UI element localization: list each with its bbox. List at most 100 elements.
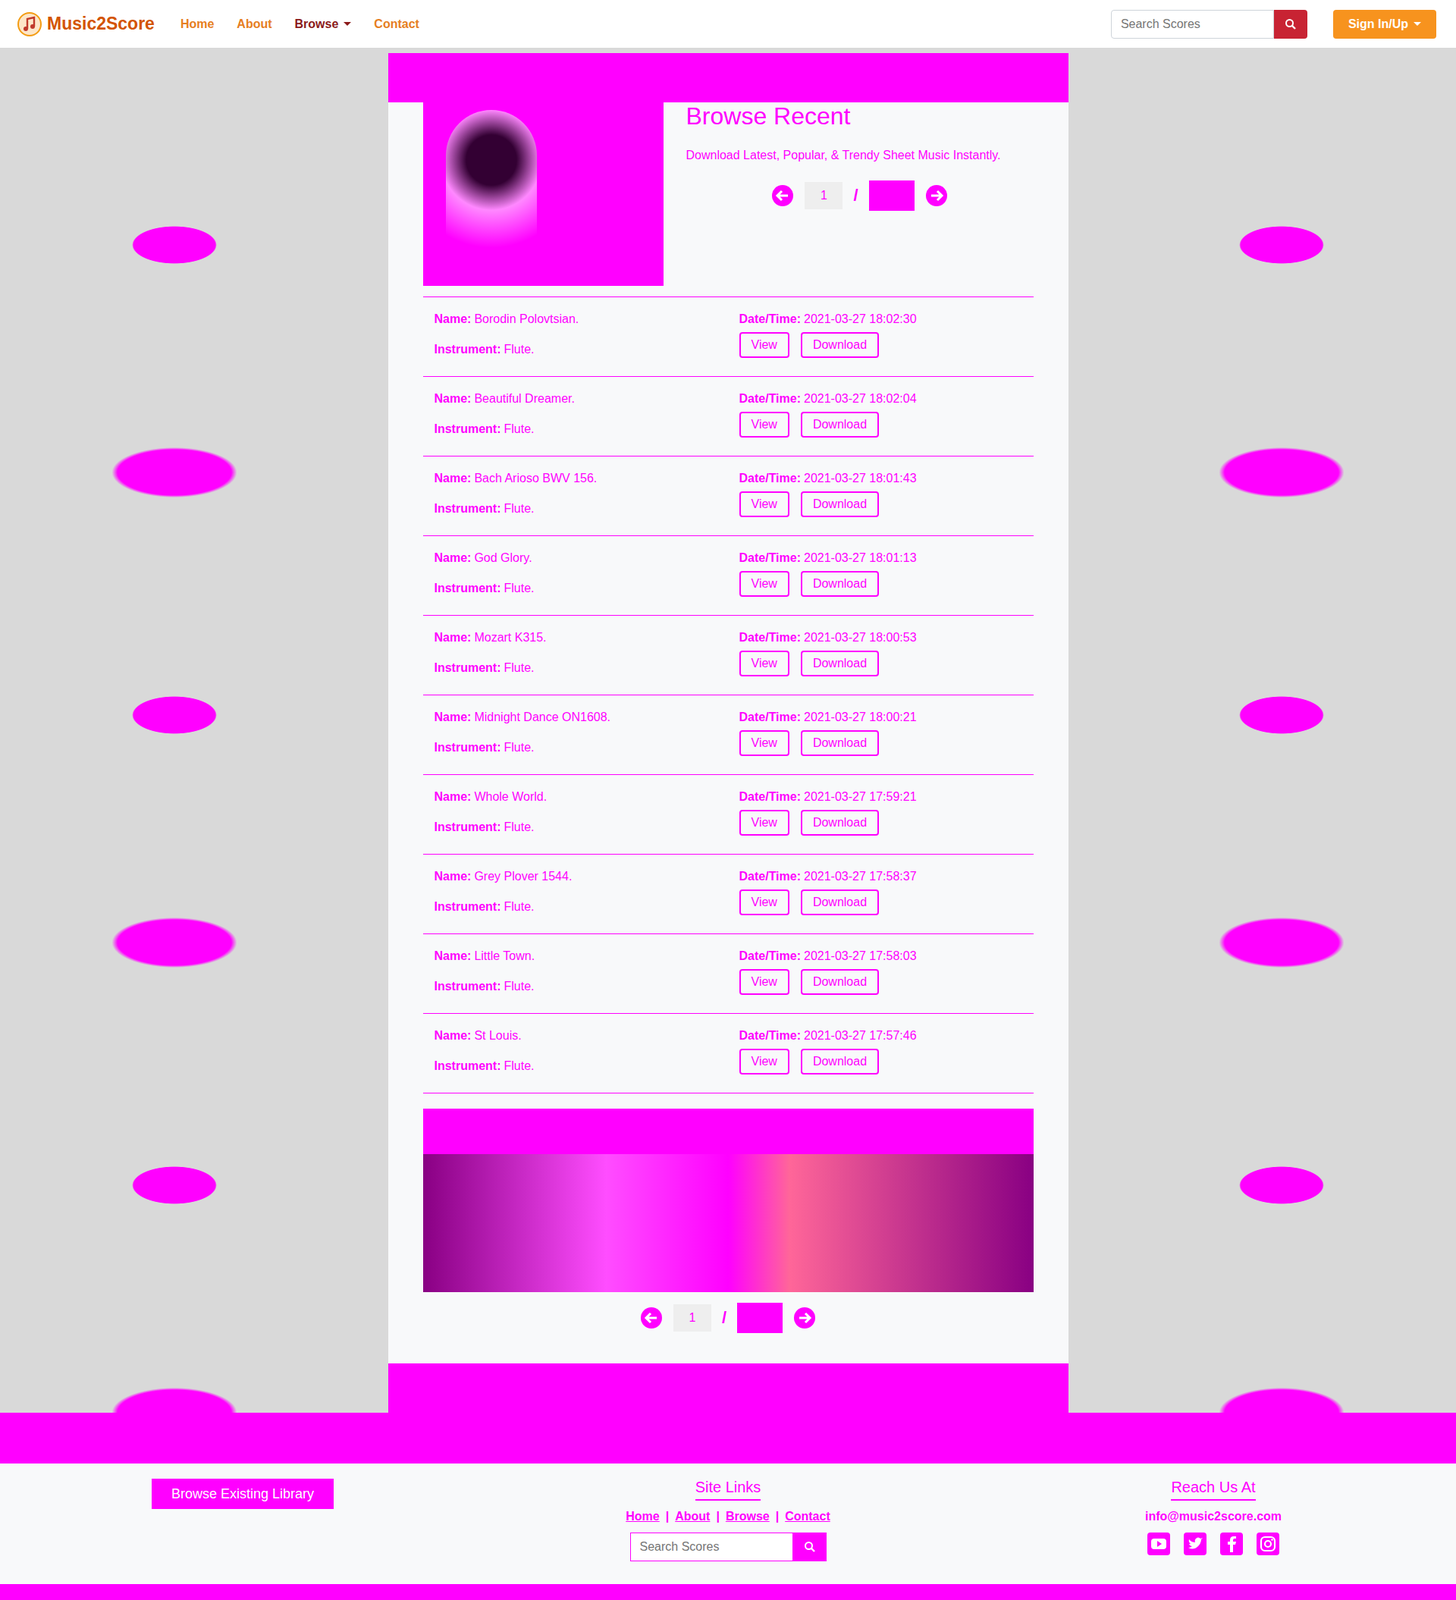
score-instrument: Instrument:Flute. bbox=[434, 341, 740, 358]
download-button[interactable]: Download bbox=[800, 411, 879, 438]
score-instrument: Instrument:Flute. bbox=[434, 898, 740, 916]
page-current[interactable]: 1 bbox=[804, 182, 843, 210]
download-button[interactable]: Download bbox=[800, 809, 879, 836]
hero-photo bbox=[423, 102, 664, 286]
caret-icon bbox=[1413, 21, 1422, 26]
nav-links: Home About Browse Contact bbox=[180, 17, 420, 32]
score-datetime: Date/Time:2021-03-27 17:59:21 bbox=[739, 788, 1023, 806]
contact-title: Reach Us At bbox=[1170, 1478, 1256, 1501]
card-header bbox=[388, 53, 1069, 103]
score-row: Name:Beautiful Dreamer.Instrument:Flute.… bbox=[423, 376, 1034, 457]
score-instrument: Instrument:Flute. bbox=[434, 500, 740, 518]
download-button[interactable]: Download bbox=[800, 491, 879, 518]
view-button[interactable]: View bbox=[739, 411, 790, 438]
view-button[interactable]: View bbox=[739, 1048, 790, 1075]
brand-name: Music2Score bbox=[47, 13, 155, 35]
footer-link[interactable]: Browse bbox=[725, 1509, 770, 1524]
score-row: Name:St Louis.Instrument:Flute.Date/Time… bbox=[423, 1013, 1034, 1094]
footer-site-links: Site LinksHome|About|Browse|Contact bbox=[485, 1478, 971, 1562]
brand[interactable]: Music2Score bbox=[16, 11, 155, 38]
navbar: Music2Score Home About Browse Contact Sign In… bbox=[0, 0, 1456, 48]
page: Music2Score Home About Browse Contact Sign In… bbox=[0, 0, 1456, 1600]
view-button[interactable]: View bbox=[739, 571, 790, 597]
bottom-pager: 1/ bbox=[423, 1302, 1034, 1334]
score-datetime: Date/Time:2021-03-27 17:58:03 bbox=[739, 947, 1023, 965]
search-input[interactable] bbox=[1110, 9, 1274, 39]
score-name: Name:Mozart K315. bbox=[434, 629, 740, 647]
page-separator: / bbox=[721, 1308, 727, 1328]
page-separator: / bbox=[853, 185, 858, 206]
score-instrument: Instrument:Flute. bbox=[434, 659, 740, 677]
nav-link[interactable]: Browse bbox=[294, 17, 352, 32]
view-button[interactable]: View bbox=[739, 491, 790, 518]
nav-link[interactable]: About bbox=[236, 17, 272, 32]
download-button[interactable]: Download bbox=[800, 650, 879, 677]
page-current[interactable]: 1 bbox=[673, 1304, 712, 1332]
score-row: Name:Bach Arioso BWV 156. Instrument:Flut… bbox=[423, 456, 1034, 537]
score-row: Name:Whole World.Instrument:Flute.Date/T… bbox=[423, 775, 1034, 855]
view-button[interactable]: View bbox=[739, 889, 790, 916]
footer-search-button[interactable] bbox=[793, 1532, 827, 1562]
score-name: Name:Borodin Polovtsian. bbox=[434, 310, 740, 328]
facebook-icon[interactable] bbox=[1220, 1532, 1243, 1556]
contact-email[interactable]: info@music2score.com bbox=[1145, 1509, 1282, 1524]
footer-search-input[interactable] bbox=[630, 1532, 794, 1562]
nav-link[interactable]: Contact bbox=[373, 17, 420, 32]
score-row: Name:Borodin Polovtsian. Instrument:Flute… bbox=[423, 297, 1034, 377]
youtube-icon[interactable] bbox=[1147, 1532, 1171, 1556]
nav-search bbox=[1110, 9, 1308, 39]
hero: Browse Recent Download Latest, Popular, &… bbox=[423, 102, 1034, 298]
view-button[interactable]: View bbox=[739, 730, 790, 757]
view-button[interactable]: View bbox=[739, 969, 790, 995]
score-datetime: Date/Time:2021-03-27 18:00:21 bbox=[739, 709, 1023, 726]
twitter-icon[interactable] bbox=[1183, 1532, 1207, 1556]
score-datetime: Date/Time:2021-03-27 18:00:53 bbox=[739, 629, 1023, 647]
background: Browse Recent Download Latest, Popular, &… bbox=[0, 47, 1456, 1413]
banner-photo bbox=[423, 1108, 1034, 1293]
download-button[interactable]: Download bbox=[800, 1048, 879, 1075]
score-instrument: Instrument:Flute. bbox=[434, 420, 740, 438]
score-row: Name:God Glory.Instrument:Flute.Date/Tim… bbox=[423, 536, 1034, 616]
arrow-left-icon[interactable] bbox=[640, 1306, 663, 1330]
score-row: Name:Mozart K315. Instrument:Flute. Date/T… bbox=[423, 615, 1034, 696]
score-name: Name:Midnight Dance ON1608. bbox=[434, 709, 740, 726]
page-total bbox=[737, 1302, 783, 1334]
page-subtitle: Download Latest, Popular, & Trendy Sheet… bbox=[686, 148, 1034, 163]
link-separator: | bbox=[715, 1509, 719, 1524]
score-row: Name:Grey Plover 1544.Instrument:Flute.D… bbox=[423, 854, 1034, 935]
score-list: Name:Borodin Polovtsian. Instrument:Flute… bbox=[423, 297, 1034, 1094]
music-note-icon bbox=[16, 11, 43, 38]
footer-link[interactable]: Contact bbox=[784, 1509, 831, 1524]
download-button[interactable]: Download bbox=[800, 571, 879, 597]
nav-link[interactable]: Home bbox=[180, 17, 214, 32]
score-row: Name:Midnight Dance ON1608.Instrument:Fl… bbox=[423, 695, 1034, 776]
footer-link[interactable]: Home bbox=[625, 1509, 659, 1524]
download-button[interactable]: Download bbox=[800, 332, 879, 358]
page-title: Browse Recent bbox=[686, 102, 1034, 131]
arrow-left-icon[interactable] bbox=[771, 184, 794, 208]
footer: Browse Existing LibrarySite LinksHome|Ab… bbox=[0, 1412, 1456, 1600]
caret-icon bbox=[343, 21, 352, 26]
pager: 1/ bbox=[686, 180, 1034, 211]
arrow-right-icon[interactable] bbox=[793, 1306, 816, 1330]
score-name: Name:Bach Arioso BWV 156. bbox=[434, 470, 740, 487]
arrow-right-icon[interactable] bbox=[925, 184, 948, 208]
search-button[interactable] bbox=[1274, 9, 1308, 39]
sign-in-button[interactable]: Sign In/Up bbox=[1333, 9, 1437, 39]
footer-link[interactable]: About bbox=[674, 1509, 710, 1524]
score-datetime: Date/Time:2021-03-27 17:58:37 bbox=[739, 868, 1023, 885]
download-button[interactable]: Download bbox=[800, 730, 879, 757]
score-instrument: Instrument:Flute. bbox=[434, 819, 740, 836]
link-separator: | bbox=[775, 1509, 779, 1524]
score-datetime: Date/Time:2021-03-27 18:01:13 bbox=[739, 549, 1023, 567]
score-instrument: Instrument:Flute. bbox=[434, 580, 740, 597]
download-button[interactable]: Download bbox=[800, 889, 879, 916]
browse-card: Browse Recent Download Latest, Popular, &… bbox=[388, 53, 1069, 1413]
view-button[interactable]: View bbox=[739, 650, 790, 677]
download-button[interactable]: Download bbox=[800, 969, 879, 995]
view-button[interactable]: View bbox=[739, 809, 790, 836]
instagram-icon[interactable] bbox=[1256, 1532, 1280, 1556]
card-footer bbox=[388, 1363, 1069, 1413]
library-button[interactable]: Browse Existing Library bbox=[151, 1478, 334, 1510]
view-button[interactable]: View bbox=[739, 332, 790, 358]
